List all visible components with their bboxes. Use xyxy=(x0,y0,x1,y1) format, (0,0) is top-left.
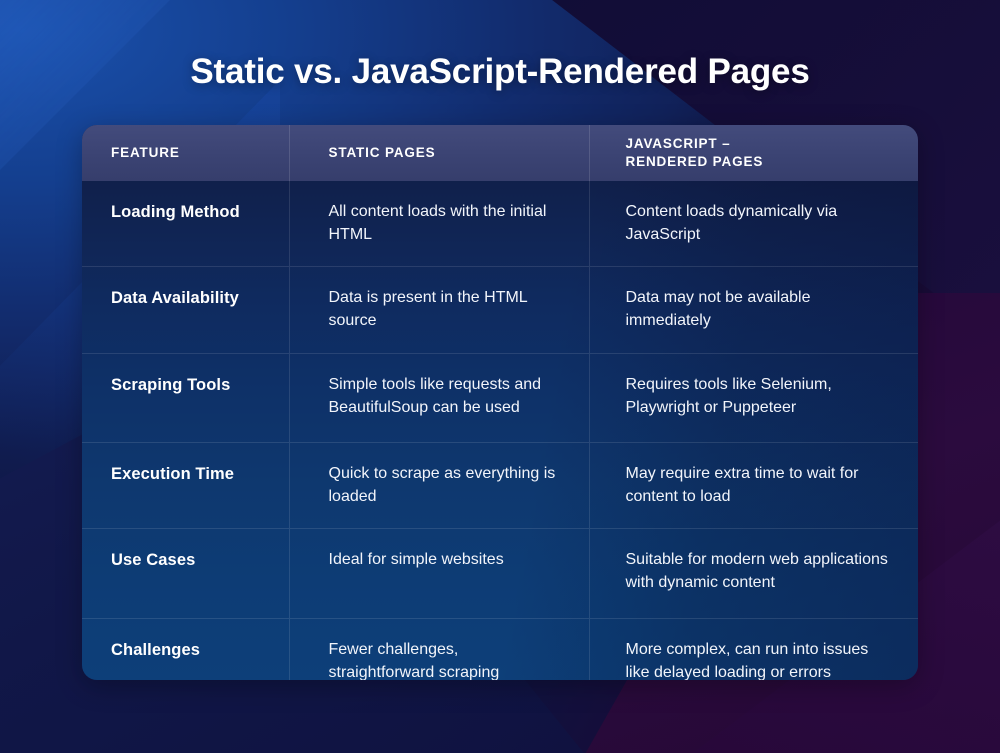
row-js-value: More complex, can run into issues like d… xyxy=(589,618,918,680)
table-header-row: FEATURE STATIC PAGES JAVASCRIPT – RENDER… xyxy=(82,125,918,181)
comparison-table-container: FEATURE STATIC PAGES JAVASCRIPT – RENDER… xyxy=(82,125,918,680)
table-row: Scraping Tools Simple tools like request… xyxy=(82,352,918,443)
table-row: Data Availability Data is present in the… xyxy=(82,266,918,354)
table-row: Challenges Fewer challenges, straightfor… xyxy=(82,618,918,680)
row-static-value: All content loads with the initial HTML xyxy=(289,181,590,267)
row-feature-label: Loading Method xyxy=(82,181,290,267)
column-header-feature-label: FEATURE xyxy=(111,144,180,160)
table-row: Loading Method All content loads with th… xyxy=(82,181,918,267)
column-header-js-line-2: RENDERED PAGES xyxy=(625,154,764,169)
row-feature-label: Execution Time xyxy=(82,441,290,529)
row-static-value: Data is present in the HTML source xyxy=(289,266,590,354)
table-body: Loading Method All content loads with th… xyxy=(82,181,918,680)
row-static-value: Fewer challenges, straightforward scrapi… xyxy=(289,618,590,680)
row-js-value: Content loads dynamically via JavaScript xyxy=(625,203,838,243)
row-feature-label: Challenges xyxy=(82,618,290,680)
row-js-value: Data may not be available immediately xyxy=(589,266,918,354)
column-header-javascript-rendered-pages: JAVASCRIPT – RENDERED PAGES xyxy=(589,125,918,181)
row-static-value: Simple tools like requests and Beautiful… xyxy=(289,352,590,443)
row-feature-label: Data Availability xyxy=(82,266,290,354)
column-header-js-line-1: JAVASCRIPT – xyxy=(625,135,731,151)
row-static-value: Quick to scrape as everything is loaded xyxy=(289,441,590,529)
page-title: Static vs. JavaScript-Rendered Pages xyxy=(190,52,810,91)
column-header-static-pages-label: STATIC PAGES xyxy=(328,144,436,160)
comparison-table: FEATURE STATIC PAGES JAVASCRIPT – RENDER… xyxy=(82,125,918,680)
column-header-static-pages: STATIC PAGES xyxy=(289,125,590,181)
table-row: Execution Time Quick to scrape as everyt… xyxy=(82,441,918,529)
table-header: FEATURE STATIC PAGES JAVASCRIPT – RENDER… xyxy=(82,125,918,181)
row-js-value: Requires tools like Selenium, Playwright… xyxy=(589,352,918,443)
row-static-value: Ideal for simple websites xyxy=(289,528,590,619)
infographic-canvas: Static vs. JavaScript-Rendered Pages FEA… xyxy=(0,0,1000,753)
row-feature-label: Use Cases xyxy=(82,528,290,619)
row-feature-label: Scraping Tools xyxy=(82,352,290,443)
row-js-value: May require extra time to wait for conte… xyxy=(589,441,918,529)
row-js-value: Suitable for modern web applications wit… xyxy=(589,528,918,619)
column-header-feature: FEATURE xyxy=(82,125,290,181)
table-row: Use Cases Ideal for simple websites Suit… xyxy=(82,528,918,619)
